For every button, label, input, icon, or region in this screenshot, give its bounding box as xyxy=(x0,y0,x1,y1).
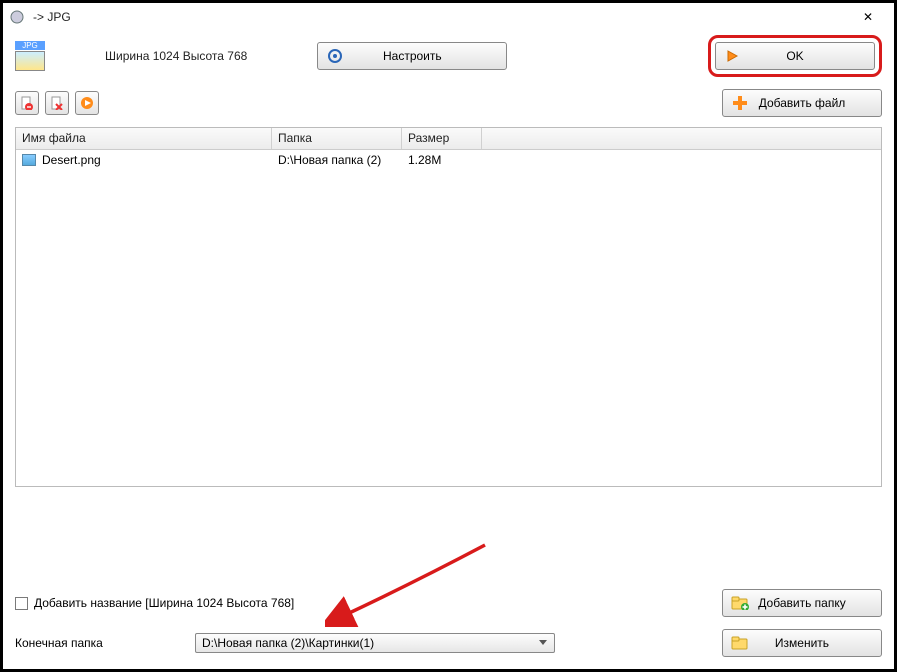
change-label: Изменить xyxy=(775,636,829,650)
format-badge-thumb xyxy=(15,51,45,71)
folder-icon xyxy=(731,634,749,652)
play-button[interactable] xyxy=(75,91,99,115)
dimensions-text: Ширина 1024 Высота 768 xyxy=(105,49,247,63)
toolbar-row: Добавить файл xyxy=(3,87,894,127)
col-name[interactable]: Имя файла xyxy=(16,128,272,149)
app-icon xyxy=(9,9,25,25)
add-name-row: Добавить название [Ширина 1024 Высота 76… xyxy=(15,589,882,617)
ok-label: OK xyxy=(786,49,803,63)
table-row[interactable]: Desert.png D:\Новая папка (2) 1.28M xyxy=(16,150,881,170)
file-table: Имя файла Папка Размер Desert.png D:\Нов… xyxy=(15,127,882,487)
format-badge-label: JPG xyxy=(15,41,45,50)
arrow-right-icon xyxy=(724,47,742,65)
window-title: -> JPG xyxy=(33,10,71,24)
footer: Добавить название [Ширина 1024 Высота 76… xyxy=(15,589,882,657)
change-button[interactable]: Изменить xyxy=(722,629,882,657)
remove-button[interactable] xyxy=(15,91,39,115)
header-row: JPG Ширина 1024 Высота 768 Настроить OK xyxy=(3,31,894,87)
plus-icon xyxy=(731,94,749,112)
close-icon: ✕ xyxy=(863,10,873,24)
image-file-icon xyxy=(22,154,36,166)
destination-value: D:\Новая папка (2)\Картинки(1) xyxy=(202,636,374,650)
configure-label: Настроить xyxy=(383,49,442,63)
add-file-button[interactable]: Добавить файл xyxy=(722,89,882,117)
destination-label: Конечная папка xyxy=(15,636,195,650)
titlebar: -> JPG ✕ xyxy=(3,3,894,31)
col-size[interactable]: Размер xyxy=(402,128,482,149)
col-folder[interactable]: Папка xyxy=(272,128,402,149)
destination-combo[interactable]: D:\Новая папка (2)\Картинки(1) xyxy=(195,633,555,653)
cell-size: 1.28M xyxy=(402,151,482,169)
ok-button[interactable]: OK xyxy=(715,42,875,70)
gear-icon xyxy=(326,47,344,65)
play-icon xyxy=(80,96,94,110)
destination-row: Конечная папка D:\Новая папка (2)\Картин… xyxy=(15,629,882,657)
cell-name-text: Desert.png xyxy=(42,153,101,167)
format-badge: JPG xyxy=(15,41,45,71)
folder-plus-icon xyxy=(731,594,749,612)
cell-folder: D:\Новая папка (2) xyxy=(272,151,402,169)
configure-button[interactable]: Настроить xyxy=(317,42,507,70)
page-minus-icon xyxy=(20,96,34,110)
table-header: Имя файла Папка Размер xyxy=(16,128,881,150)
clear-button[interactable] xyxy=(45,91,69,115)
chevron-down-icon xyxy=(538,636,548,650)
ok-highlight: OK xyxy=(708,35,882,77)
add-folder-label: Добавить папку xyxy=(758,596,845,610)
page-x-icon xyxy=(50,96,64,110)
add-folder-button[interactable]: Добавить папку xyxy=(722,589,882,617)
add-name-checkbox[interactable] xyxy=(15,597,28,610)
close-button[interactable]: ✕ xyxy=(848,5,888,29)
add-name-label: Добавить название [Ширина 1024 Высота 76… xyxy=(34,596,294,610)
cell-name: Desert.png xyxy=(16,151,272,169)
add-file-label: Добавить файл xyxy=(759,96,846,110)
